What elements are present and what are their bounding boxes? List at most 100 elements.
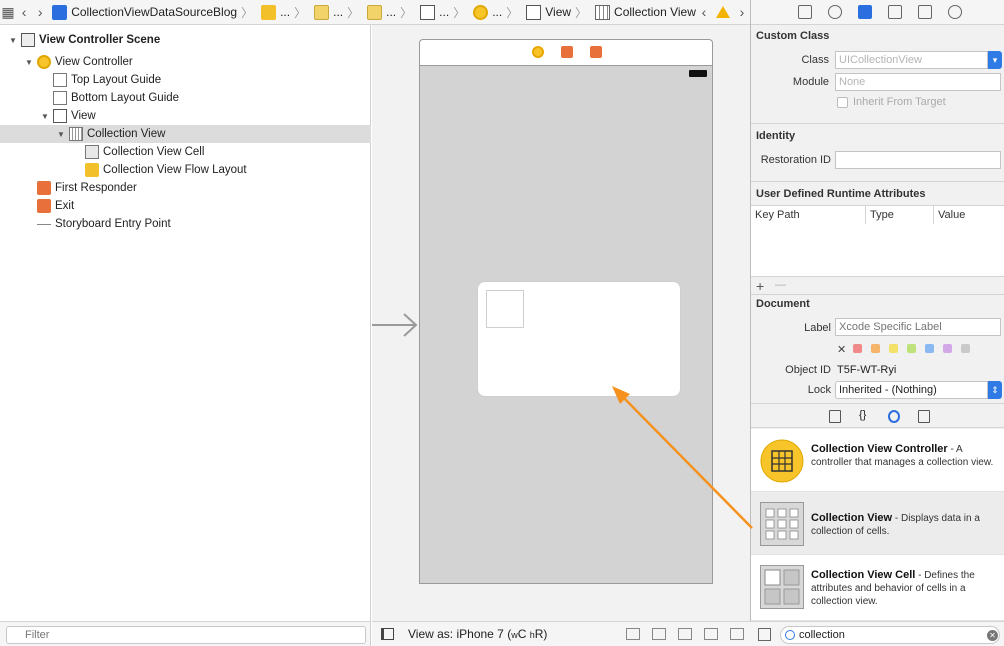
inherit-from-target-label: Inherit From Target <box>853 96 946 108</box>
size-inspector-icon[interactable] <box>918 5 932 19</box>
quick-help-icon[interactable] <box>828 5 842 19</box>
first-responder-icon[interactable] <box>561 46 573 58</box>
identity-inspector-icon[interactable] <box>858 5 872 19</box>
outline-item-collection-view-cell[interactable]: Collection View Cell <box>0 143 371 161</box>
outline-item-exit[interactable]: Exit <box>0 197 371 215</box>
forward-button[interactable]: › <box>32 0 48 24</box>
column-header-key-path[interactable]: Key Path <box>755 209 800 221</box>
collection-view-content[interactable] <box>477 281 681 397</box>
add-attribute-button[interactable]: + <box>756 278 764 294</box>
outline-item-collection-view[interactable]: ▼ Collection View <box>0 125 371 143</box>
library-item-title: Collection View Controller <box>811 443 948 455</box>
breadcrumb-project[interactable]: CollectionViewDataSourceBlog 〉 <box>48 0 257 24</box>
runtime-attributes-table[interactable]: Key Path Type Value <box>751 205 1004 277</box>
outline-item-view[interactable]: ▼ View <box>0 107 371 125</box>
pin-icon[interactable] <box>704 628 718 640</box>
breadcrumb-collection-view[interactable]: Collection View <box>591 0 696 24</box>
attributes-inspector-icon[interactable] <box>888 5 902 19</box>
code-snippet-library-icon[interactable]: {} <box>859 409 871 422</box>
library-item-collection-view[interactable]: Collection View - Displays data in a col… <box>751 492 1004 555</box>
label-color-orange[interactable] <box>871 344 880 353</box>
media-library-icon[interactable] <box>918 410 930 423</box>
related-items-icon[interactable]: ▦ <box>0 0 16 24</box>
label-color-blue[interactable] <box>925 344 934 353</box>
outline-item-view-controller[interactable]: ▼ View Controller <box>0 53 371 71</box>
lock-select[interactable]: Inherited - (Nothing) <box>835 381 988 399</box>
outline-item-bottom-layout-guide[interactable]: Bottom Layout Guide <box>0 89 371 107</box>
class-field[interactable]: UICollectionView <box>835 51 988 69</box>
outline-item-scene[interactable]: ▼ View Controller Scene <box>0 31 371 49</box>
storyboard-canvas[interactable] <box>372 25 750 621</box>
column-header-type[interactable]: Type <box>870 209 894 221</box>
previous-issue-button[interactable]: ‹ <box>696 0 712 24</box>
lock-dropdown-icon[interactable]: ⇕ <box>988 381 1002 399</box>
collection-view-icon <box>595 4 611 20</box>
breadcrumb-view-controller[interactable]: ... 〉 <box>469 0 522 24</box>
column-header-value[interactable]: Value <box>938 209 965 221</box>
module-field[interactable]: None <box>835 73 1001 91</box>
breadcrumb-view[interactable]: View 〉 <box>522 0 591 24</box>
align-icon[interactable] <box>678 628 692 640</box>
object-library-icon[interactable] <box>888 410 900 423</box>
storyboard-file-icon <box>314 4 330 20</box>
entry-point-arrow-icon[interactable] <box>372 310 419 340</box>
disclosure-triangle-icon[interactable]: ▼ <box>24 58 34 67</box>
library-item-collection-view-controller[interactable]: Collection View Controller - A controlle… <box>751 429 1004 492</box>
embed-in-stack-icon[interactable] <box>652 628 666 640</box>
outline-filter-input[interactable] <box>6 626 366 644</box>
breadcrumb-folder[interactable]: ... 〉 <box>257 0 310 24</box>
document-label-field[interactable] <box>835 318 1001 336</box>
scene-icon <box>21 33 35 47</box>
document-outline-toggle-icon[interactable] <box>381 628 394 640</box>
collection-view-canvas[interactable] <box>419 65 713 584</box>
connections-inspector-icon[interactable] <box>948 5 962 19</box>
library-search-field[interactable]: collection <box>780 626 1000 644</box>
label-color-gray[interactable] <box>961 344 970 353</box>
warning-icon[interactable] <box>715 6 730 18</box>
next-issue-button[interactable]: › <box>734 0 750 24</box>
project-file-icon <box>52 4 68 20</box>
disclosure-triangle-icon[interactable]: ▼ <box>8 36 18 45</box>
document-label-label: Label <box>804 322 831 334</box>
library-item-collection-view-cell[interactable]: Collection View Cell - Defines the attri… <box>751 555 1004 621</box>
layout-guide-icon <box>53 73 67 87</box>
view-controller-icon[interactable] <box>532 46 544 58</box>
outline-item-flow-layout[interactable]: Collection View Flow Layout <box>0 161 371 179</box>
collection-view-cell-icon <box>85 145 99 159</box>
disclosure-triangle-icon[interactable]: ▼ <box>56 130 66 139</box>
library-item-title: Collection View Cell <box>811 569 916 581</box>
lock-label: Lock <box>807 384 831 396</box>
outline-item-entry-point[interactable]: Storyboard Entry Point <box>0 215 371 233</box>
label-color-green[interactable] <box>907 344 916 353</box>
resolve-auto-layout-icon[interactable] <box>730 628 744 640</box>
exit-icon[interactable] <box>590 46 602 58</box>
label-color-yellow[interactable] <box>889 344 898 353</box>
collection-view-icon <box>69 127 83 141</box>
outline-item-first-responder[interactable]: First Responder <box>0 179 371 197</box>
breadcrumb-storyboard[interactable]: ... 〉 <box>363 0 416 24</box>
restoration-id-field[interactable] <box>835 151 1001 169</box>
clear-search-icon[interactable]: ✕ <box>987 630 998 641</box>
back-button[interactable]: ‹ <box>16 0 32 24</box>
view-as-button[interactable]: View as: iPhone 7 (wC hR) <box>408 627 547 641</box>
inspector-pane: Custom Class Class UICollectionView ▾ Mo… <box>750 0 1004 646</box>
disclosure-triangle-icon[interactable]: ▼ <box>40 112 50 121</box>
grid-view-toggle-icon[interactable] <box>758 628 771 641</box>
restoration-id-label: Restoration ID <box>760 154 831 166</box>
label-color-purple[interactable] <box>943 344 952 353</box>
breadcrumb-storyboard-file[interactable]: ... 〉 <box>310 0 363 24</box>
class-dropdown-icon[interactable]: ▾ <box>988 51 1002 69</box>
file-template-library-icon[interactable] <box>829 410 841 423</box>
label-color-red[interactable] <box>853 344 862 353</box>
outline-item-top-layout-guide[interactable]: Top Layout Guide <box>0 71 371 89</box>
inherit-from-target-checkbox[interactable] <box>837 97 848 108</box>
remove-attribute-button[interactable]: — <box>775 279 786 291</box>
layout-guide-icon <box>53 91 67 105</box>
clear-label-color-button[interactable]: ✕ <box>837 343 846 356</box>
update-frames-icon[interactable] <box>626 628 640 640</box>
section-title-identity: Identity <box>756 130 796 142</box>
breadcrumb-scene[interactable]: ... 〉 <box>416 0 469 24</box>
file-inspector-icon[interactable] <box>798 5 812 19</box>
view-controller-icon <box>473 4 489 20</box>
collection-view-cell[interactable] <box>486 290 524 328</box>
